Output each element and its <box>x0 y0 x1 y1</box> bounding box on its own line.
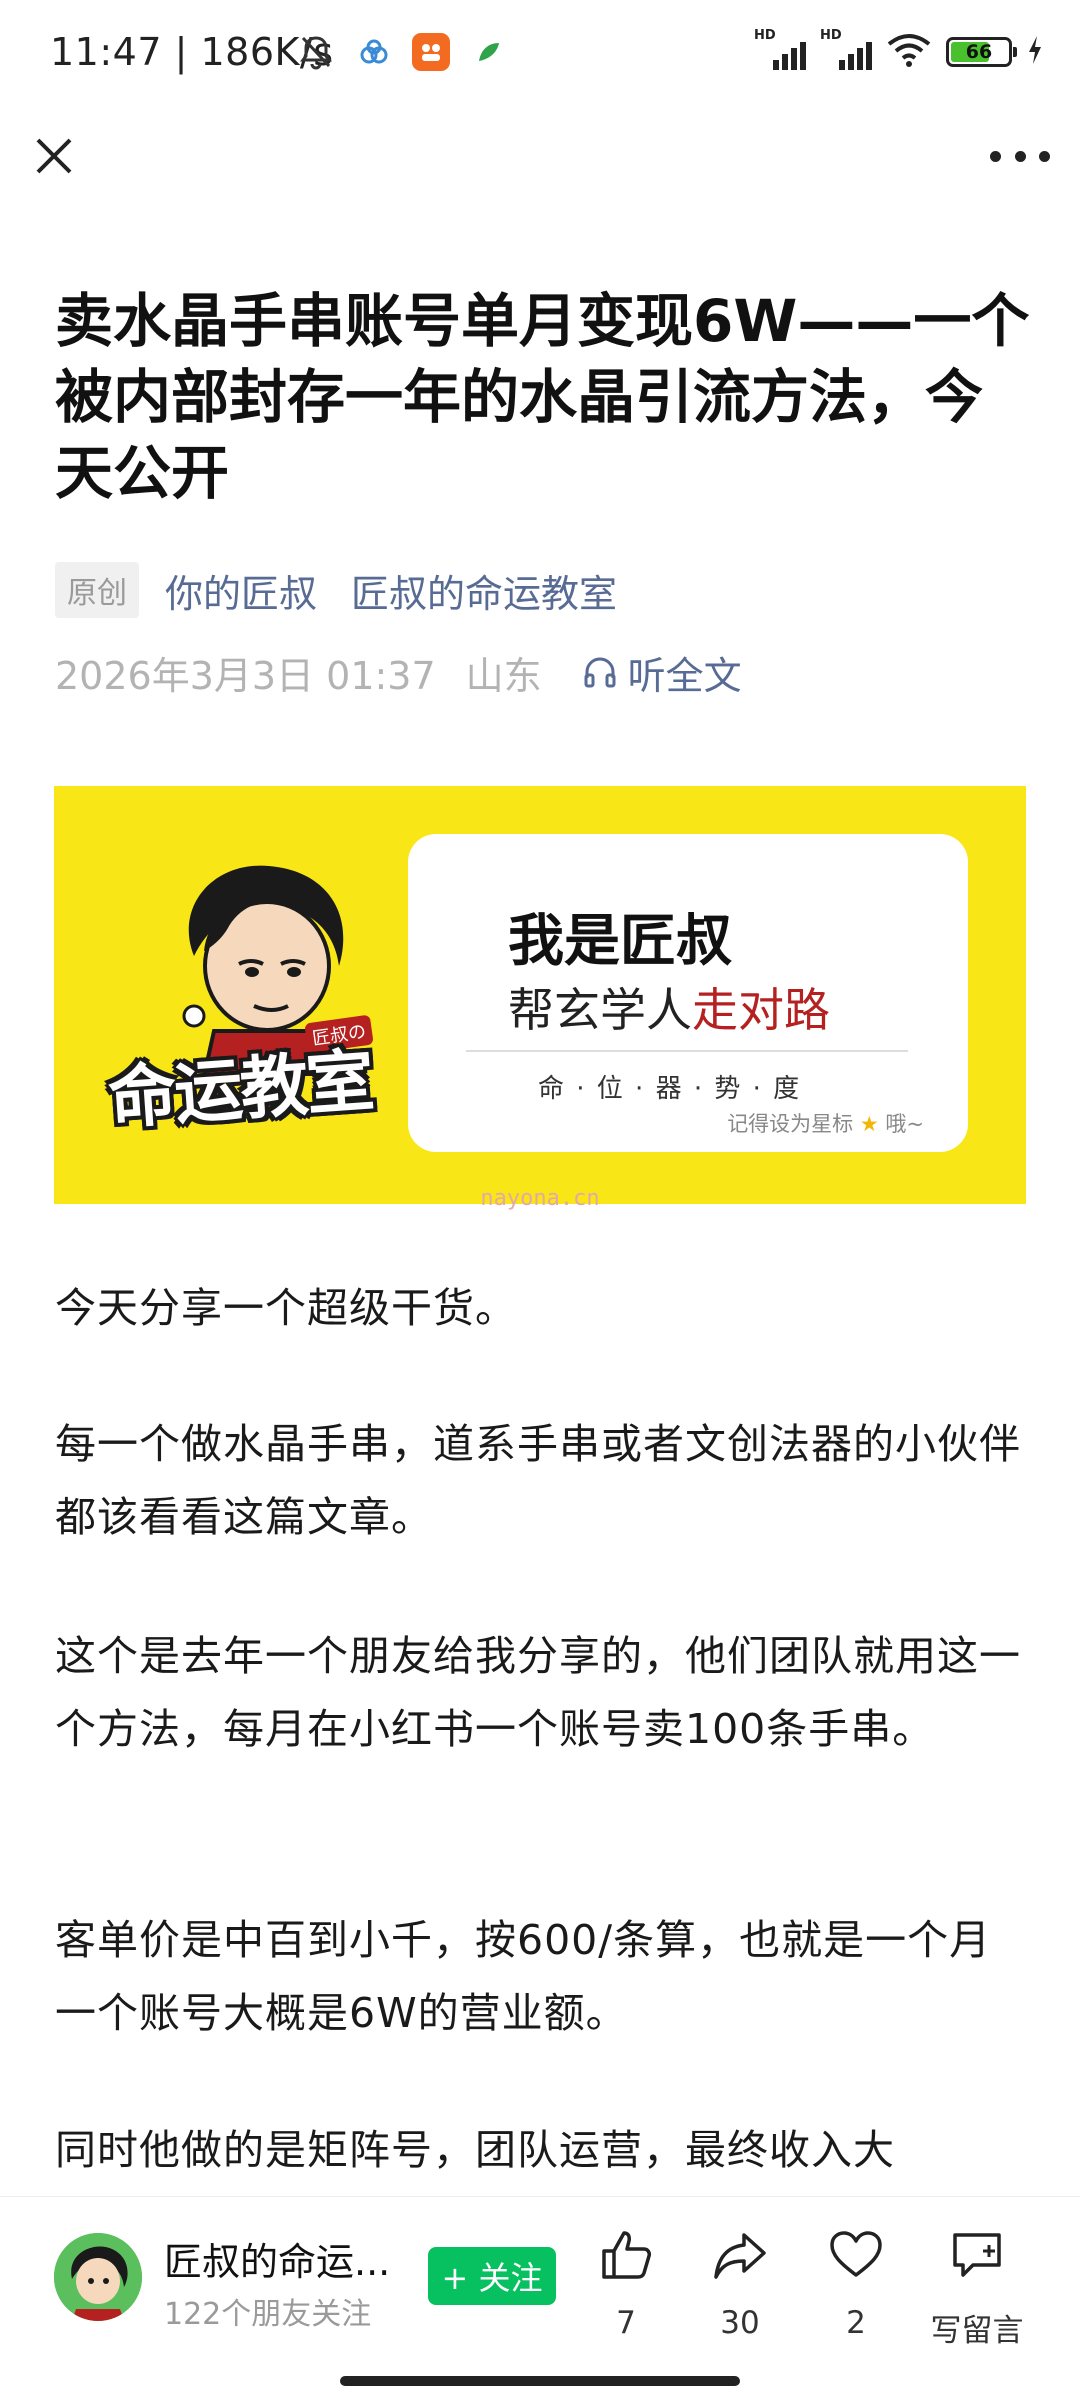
close-icon <box>36 138 72 174</box>
hd-signal-icon: HD <box>820 28 872 72</box>
account-link[interactable]: 匠叔的命运教室 <box>351 563 617 618</box>
banner-line3: 命 · 位 · 器 · 势 · 度 <box>538 1074 802 1104</box>
article-paragraph: 每一个做水晶手串，道系手串或者文创法器的小伙伴都该看看这篇文章。 <box>55 1420 1021 1541</box>
article-paragraph: 同时他做的是矩阵号，团队运营，最终收入大 <box>55 2126 895 2174</box>
banner-divider <box>466 1050 908 1052</box>
author-link[interactable]: 你的匠叔 <box>165 563 317 618</box>
share-icon <box>714 2233 766 2279</box>
app-badge-icon <box>412 33 450 71</box>
comment-icon <box>953 2233 1001 2277</box>
home-indicator[interactable] <box>340 2376 740 2386</box>
share-count: 30 <box>720 2305 760 2341</box>
more-icon-dot <box>990 150 1001 162</box>
banner-line1: 我是匠叔 <box>508 909 732 974</box>
article-paragraph: 客单价是中百到小千，按600/条算，也就是一个月一个账号大概是6W的营业额。 <box>55 1916 992 2037</box>
banner-line2-prefix: 帮玄学人 <box>508 983 692 1037</box>
status-system-icons: HD HD 66 <box>754 28 1044 74</box>
favorite-button[interactable]: 2 <box>806 2227 906 2357</box>
listen-button[interactable]: 听全文 <box>582 645 742 700</box>
banner-line2-highlight: 走对路 <box>692 983 830 1037</box>
more-icon-dot <box>1039 150 1050 162</box>
close-button[interactable] <box>28 130 80 182</box>
more-icon-dot <box>1014 150 1026 162</box>
banner-line4-prefix: 记得设为星标 <box>727 1112 854 1136</box>
bottom-action-bar: 匠叔的命运... 122个朋友关注 + 关注 7 30 2 写留言 <box>0 2196 1080 2371</box>
thumbs-up-icon <box>602 2231 651 2279</box>
banner-line2: 帮玄学人走对路 <box>508 974 830 1040</box>
watermark-text: nayona.cn <box>480 1186 600 1211</box>
banner-logo-text: 命运教室 <box>106 1041 375 1140</box>
friends-following-count: 122个朋友关注 <box>164 2297 372 2332</box>
publish-location: 山东 <box>465 653 542 698</box>
like-button[interactable]: 7 <box>576 2227 676 2357</box>
heart-icon <box>830 2231 882 2277</box>
banner-line4: 记得设为星标 ★ 哦~ <box>727 1108 924 1138</box>
hd-signal-icon: HD <box>754 28 806 72</box>
leaf-app-icon <box>468 32 508 72</box>
comment-button[interactable]: 写留言 <box>922 2227 1032 2357</box>
status-bar: 11:47 | 186K/s HD HD 66 <box>0 0 1080 110</box>
headphones-icon <box>584 657 616 688</box>
more-button[interactable] <box>990 136 1050 176</box>
bell-off-icon <box>296 32 336 72</box>
comment-label: 写留言 <box>930 2313 1024 2349</box>
account-name[interactable]: 匠叔的命运... <box>164 2231 390 2286</box>
favorite-count: 2 <box>846 2305 866 2341</box>
account-avatar[interactable] <box>54 2233 142 2321</box>
status-notification-icons <box>296 30 508 74</box>
article-paragraph: 这个是去年一个朋友给我分享的，他们团队就用这一个方法，每月在小红书一个账号卖10… <box>55 1632 1021 1753</box>
article-paragraph: 今天分享一个超级干货。 <box>55 1284 517 1332</box>
wifi-icon <box>886 32 932 72</box>
avatar-illustration <box>54 2233 142 2321</box>
star-icon: ★ <box>859 1112 879 1136</box>
article-meta-author: 原创 你的匠叔 匠叔的命运教室 <box>55 562 651 618</box>
like-count: 7 <box>616 2305 636 2341</box>
article-title: 卖水晶手串账号单月变现6W——一个被内部封存一年的水晶引流方法，今天公开 <box>55 287 1030 507</box>
listen-label: 听全文 <box>627 653 742 698</box>
share-button[interactable]: 30 <box>690 2227 790 2357</box>
original-tag: 原创 <box>55 562 139 618</box>
banner-card: 我是匠叔 帮玄学人走对路 命 · 位 · 器 · 势 · 度 记得设为星标 ★ … <box>408 834 968 1152</box>
banner-line4-suffix: 哦~ <box>885 1112 924 1136</box>
follow-button[interactable]: + 关注 <box>428 2247 556 2305</box>
battery-level: 66 <box>965 41 993 63</box>
publish-date: 2026年3月3日 01:37 <box>55 653 436 698</box>
cloud-app-icon <box>354 32 394 72</box>
charging-icon <box>1026 34 1044 70</box>
article-banner-image: 匠叔の 命运教室 我是匠叔 帮玄学人走对路 命 · 位 · 器 · 势 · 度 … <box>54 786 1026 1204</box>
battery-icon: 66 <box>946 37 1017 67</box>
status-time: 11:47 | 186K/s <box>50 30 334 74</box>
article-meta-date: 2026年3月3日 01:37 山东 听全文 <box>55 644 742 700</box>
